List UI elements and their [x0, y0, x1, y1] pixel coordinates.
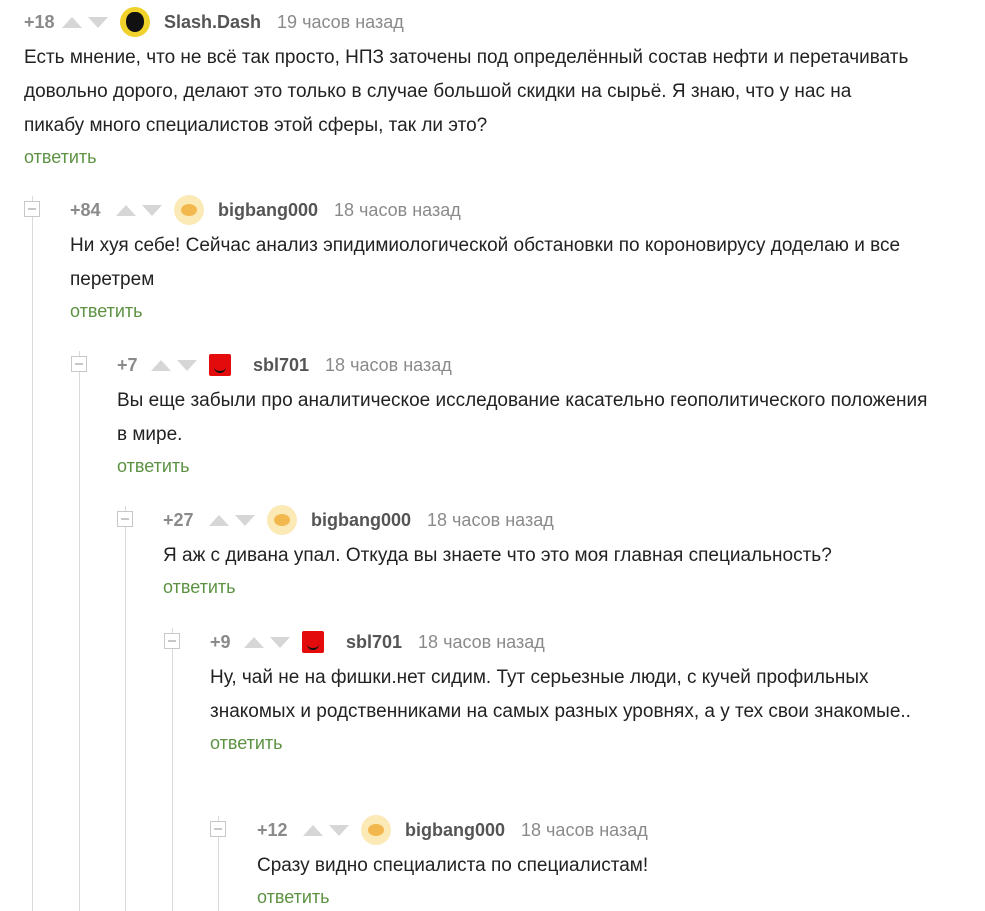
user-avatar[interactable] [209, 354, 231, 376]
comment-header: +12 bigbang000 18 часов назад [257, 815, 957, 845]
upvote-arrow-icon[interactable] [244, 636, 264, 648]
comment-header: +9 sbl701 18 часов назад [210, 627, 970, 657]
upvote-arrow-icon[interactable] [62, 16, 82, 28]
upvote-arrow-icon[interactable] [116, 204, 136, 216]
comment-header: +84 bigbang000 18 часов назад [70, 195, 970, 225]
comment-header: +18 Slash.Dash 19 часов назад [24, 7, 964, 37]
reply-link[interactable]: ответить [24, 147, 964, 168]
comment: +9 sbl701 18 часов назад Ну, чай не на ф… [210, 627, 970, 754]
reply-link[interactable]: ответить [70, 301, 970, 322]
comment-header: +7 sbl701 18 часов назад [117, 350, 957, 380]
comment-time[interactable]: 18 часов назад [334, 200, 461, 221]
reply-link[interactable]: ответить [210, 733, 970, 754]
downvote-arrow-icon[interactable] [235, 514, 255, 526]
comment-rating: +84 [70, 199, 101, 220]
upvote-arrow-icon[interactable] [151, 359, 171, 371]
thread-line [79, 351, 80, 911]
upvote-arrow-icon[interactable] [303, 824, 323, 836]
comment-username[interactable]: bigbang000 [405, 820, 505, 841]
comment-rating: +18 [24, 11, 55, 32]
user-avatar[interactable] [267, 505, 297, 535]
downvote-arrow-icon[interactable] [329, 824, 349, 836]
comment-username[interactable]: sbl701 [346, 632, 402, 653]
comment-username[interactable]: bigbang000 [311, 510, 411, 531]
collapse-toggle[interactable] [164, 633, 180, 649]
comment-header: +27 bigbang000 18 часов назад [163, 505, 963, 535]
collapse-toggle[interactable] [210, 821, 226, 837]
comment-time[interactable]: 19 часов назад [277, 12, 404, 33]
comment-username[interactable]: Slash.Dash [164, 12, 261, 33]
comment-text: Есть мнение, что не всё так просто, НПЗ … [24, 47, 909, 136]
downvote-arrow-icon[interactable] [177, 359, 197, 371]
user-avatar[interactable] [302, 631, 324, 653]
collapse-toggle[interactable] [71, 356, 87, 372]
comment-text: Ну, чай не на фишки.нет сидим. Тут серье… [210, 667, 911, 722]
comment-rating: +7 [117, 354, 138, 375]
comment: +18 Slash.Dash 19 часов назад Есть мнени… [24, 7, 964, 168]
upvote-arrow-icon[interactable] [209, 514, 229, 526]
thread-line [32, 196, 33, 911]
comment-rating: +12 [257, 819, 288, 840]
comment-rating: +27 [163, 509, 194, 530]
comment: +27 bigbang000 18 часов назад Я аж с див… [163, 505, 963, 598]
comment-username[interactable]: bigbang000 [218, 200, 318, 221]
reply-link[interactable]: ответить [163, 577, 963, 598]
comment-username[interactable]: sbl701 [253, 355, 309, 376]
reply-link[interactable]: ответить [257, 887, 957, 908]
user-avatar[interactable] [361, 815, 391, 845]
downvote-arrow-icon[interactable] [88, 16, 108, 28]
collapse-toggle[interactable] [117, 511, 133, 527]
comment-text: Вы еще забыли про аналитическое исследов… [117, 390, 928, 445]
comment-time[interactable]: 18 часов назад [418, 632, 545, 653]
thread-line [125, 506, 126, 911]
thread-line [172, 628, 173, 911]
comment: +12 bigbang000 18 часов назад Сразу видн… [257, 815, 957, 908]
comment-rating: +9 [210, 631, 231, 652]
reply-link[interactable]: ответить [117, 456, 957, 477]
user-avatar[interactable] [174, 195, 204, 225]
downvote-arrow-icon[interactable] [142, 204, 162, 216]
comment-text: Сразу видно специалиста по специалистам! [257, 855, 649, 876]
comment-time[interactable]: 18 часов назад [325, 355, 452, 376]
user-avatar[interactable] [120, 7, 150, 37]
collapse-toggle[interactable] [24, 201, 40, 217]
comment-time[interactable]: 18 часов назад [427, 510, 554, 531]
comment: +7 sbl701 18 часов назад Вы еще забыли п… [117, 350, 957, 477]
comment-text: Ни хуя себе! Сейчас анализ эпидимиологич… [70, 235, 901, 290]
comment-text: Я аж с дивана упал. Откуда вы знаете что… [163, 545, 832, 566]
downvote-arrow-icon[interactable] [270, 636, 290, 648]
comment: +84 bigbang000 18 часов назад Ни хуя себ… [70, 195, 970, 322]
comment-time[interactable]: 18 часов назад [521, 820, 648, 841]
